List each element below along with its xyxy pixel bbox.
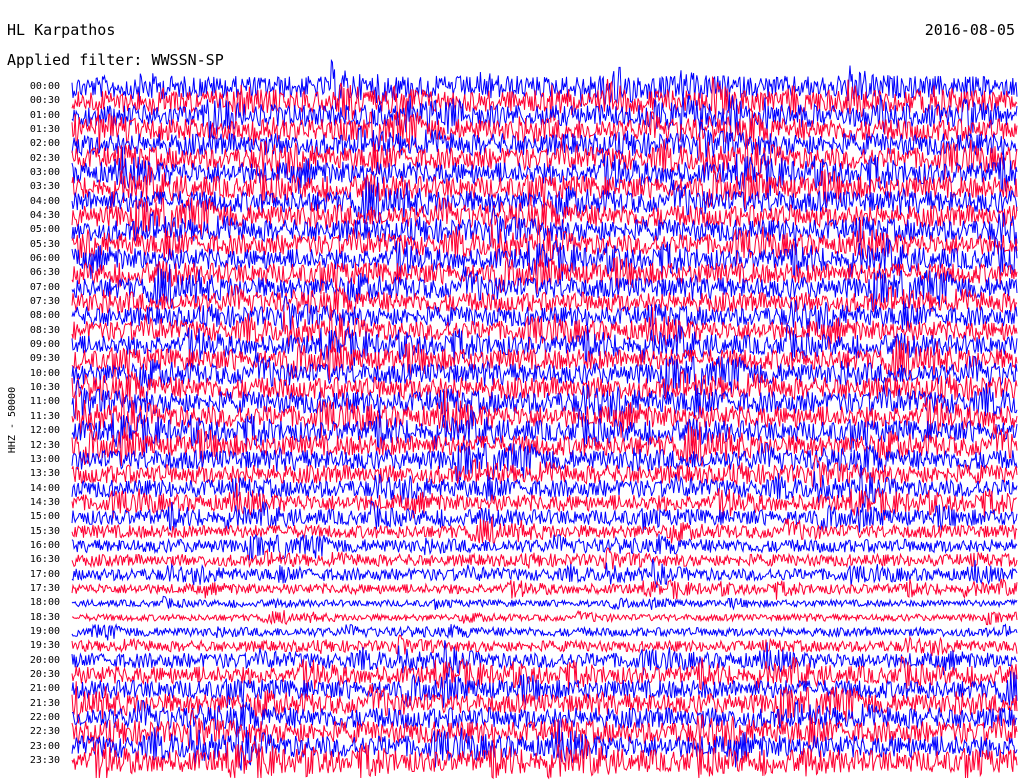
trace-1530 bbox=[71, 516, 1018, 547]
trace-1830 bbox=[72, 609, 1018, 626]
trace-1900 bbox=[71, 623, 1018, 641]
trace-0000 bbox=[71, 58, 1018, 110]
trace-1600 bbox=[71, 533, 1018, 561]
trace-0500 bbox=[71, 207, 1018, 248]
trace-1930 bbox=[71, 634, 1018, 656]
seismogram-plot bbox=[71, 58, 1018, 780]
trace-1730 bbox=[71, 578, 1018, 600]
trace-1800 bbox=[71, 595, 1018, 611]
trace-1630 bbox=[71, 547, 1018, 570]
